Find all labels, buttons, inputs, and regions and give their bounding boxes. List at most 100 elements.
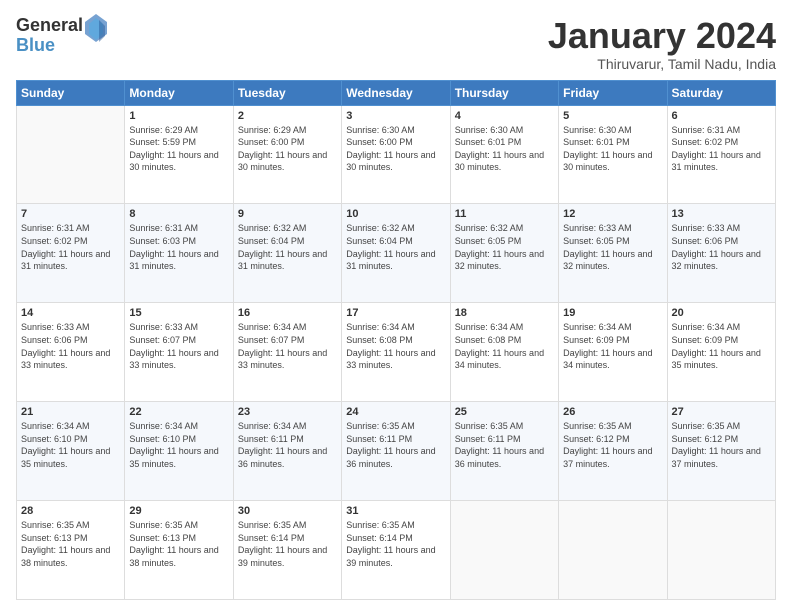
day-number: 10	[346, 208, 445, 220]
day-number: 20	[672, 307, 771, 319]
calendar-cell: 25 Sunrise: 6:35 AMSunset: 6:11 PMDaylig…	[450, 402, 558, 501]
title-block: January 2024 Thiruvarur, Tamil Nadu, Ind…	[548, 16, 776, 72]
day-detail: Sunrise: 6:30 AMSunset: 6:00 PMDaylight:…	[346, 124, 445, 174]
day-detail: Sunrise: 6:35 AMSunset: 6:13 PMDaylight:…	[129, 519, 228, 569]
calendar-header-monday: Monday	[125, 80, 233, 105]
day-number: 14	[21, 307, 120, 319]
day-number: 17	[346, 307, 445, 319]
calendar-cell: 28 Sunrise: 6:35 AMSunset: 6:13 PMDaylig…	[17, 501, 125, 600]
day-detail: Sunrise: 6:34 AMSunset: 6:07 PMDaylight:…	[238, 321, 337, 371]
day-detail: Sunrise: 6:34 AMSunset: 6:08 PMDaylight:…	[346, 321, 445, 371]
calendar-cell	[559, 501, 667, 600]
calendar-cell: 2 Sunrise: 6:29 AMSunset: 6:00 PMDayligh…	[233, 105, 341, 204]
calendar-cell: 12 Sunrise: 6:33 AMSunset: 6:05 PMDaylig…	[559, 204, 667, 303]
day-number: 16	[238, 307, 337, 319]
calendar-cell: 19 Sunrise: 6:34 AMSunset: 6:09 PMDaylig…	[559, 303, 667, 402]
page-title: January 2024	[548, 16, 776, 56]
day-number: 25	[455, 406, 554, 418]
day-number: 26	[563, 406, 662, 418]
calendar-cell: 23 Sunrise: 6:34 AMSunset: 6:11 PMDaylig…	[233, 402, 341, 501]
day-detail: Sunrise: 6:33 AMSunset: 6:05 PMDaylight:…	[563, 222, 662, 272]
calendar-cell: 10 Sunrise: 6:32 AMSunset: 6:04 PMDaylig…	[342, 204, 450, 303]
day-number: 18	[455, 307, 554, 319]
day-detail: Sunrise: 6:34 AMSunset: 6:09 PMDaylight:…	[672, 321, 771, 371]
calendar-cell: 7 Sunrise: 6:31 AMSunset: 6:02 PMDayligh…	[17, 204, 125, 303]
calendar-cell: 22 Sunrise: 6:34 AMSunset: 6:10 PMDaylig…	[125, 402, 233, 501]
day-detail: Sunrise: 6:33 AMSunset: 6:06 PMDaylight:…	[21, 321, 120, 371]
day-detail: Sunrise: 6:31 AMSunset: 6:02 PMDaylight:…	[21, 222, 120, 272]
day-detail: Sunrise: 6:34 AMSunset: 6:10 PMDaylight:…	[21, 420, 120, 470]
calendar-header-sunday: Sunday	[17, 80, 125, 105]
page-subtitle: Thiruvarur, Tamil Nadu, India	[548, 56, 776, 72]
day-detail: Sunrise: 6:34 AMSunset: 6:10 PMDaylight:…	[129, 420, 228, 470]
day-number: 31	[346, 505, 445, 517]
calendar-header-row: SundayMondayTuesdayWednesdayThursdayFrid…	[17, 80, 776, 105]
day-detail: Sunrise: 6:31 AMSunset: 6:03 PMDaylight:…	[129, 222, 228, 272]
calendar-header-saturday: Saturday	[667, 80, 775, 105]
day-detail: Sunrise: 6:32 AMSunset: 6:04 PMDaylight:…	[238, 222, 337, 272]
day-number: 22	[129, 406, 228, 418]
calendar-cell: 5 Sunrise: 6:30 AMSunset: 6:01 PMDayligh…	[559, 105, 667, 204]
day-number: 9	[238, 208, 337, 220]
calendar-cell: 18 Sunrise: 6:34 AMSunset: 6:08 PMDaylig…	[450, 303, 558, 402]
calendar-cell: 27 Sunrise: 6:35 AMSunset: 6:12 PMDaylig…	[667, 402, 775, 501]
day-number: 15	[129, 307, 228, 319]
day-number: 24	[346, 406, 445, 418]
day-detail: Sunrise: 6:34 AMSunset: 6:08 PMDaylight:…	[455, 321, 554, 371]
day-detail: Sunrise: 6:32 AMSunset: 6:04 PMDaylight:…	[346, 222, 445, 272]
calendar-cell	[450, 501, 558, 600]
day-number: 13	[672, 208, 771, 220]
day-detail: Sunrise: 6:34 AMSunset: 6:11 PMDaylight:…	[238, 420, 337, 470]
calendar-cell: 9 Sunrise: 6:32 AMSunset: 6:04 PMDayligh…	[233, 204, 341, 303]
calendar-header-thursday: Thursday	[450, 80, 558, 105]
day-number: 19	[563, 307, 662, 319]
day-detail: Sunrise: 6:35 AMSunset: 6:11 PMDaylight:…	[455, 420, 554, 470]
day-detail: Sunrise: 6:35 AMSunset: 6:14 PMDaylight:…	[346, 519, 445, 569]
day-detail: Sunrise: 6:30 AMSunset: 6:01 PMDaylight:…	[563, 124, 662, 174]
day-number: 28	[21, 505, 120, 517]
day-detail: Sunrise: 6:33 AMSunset: 6:07 PMDaylight:…	[129, 321, 228, 371]
logo-icon	[85, 14, 107, 42]
calendar-cell: 26 Sunrise: 6:35 AMSunset: 6:12 PMDaylig…	[559, 402, 667, 501]
day-number: 7	[21, 208, 120, 220]
day-detail: Sunrise: 6:29 AMSunset: 5:59 PMDaylight:…	[129, 124, 228, 174]
calendar-cell: 21 Sunrise: 6:34 AMSunset: 6:10 PMDaylig…	[17, 402, 125, 501]
calendar-cell: 24 Sunrise: 6:35 AMSunset: 6:11 PMDaylig…	[342, 402, 450, 501]
day-number: 1	[129, 110, 228, 122]
calendar-cell: 6 Sunrise: 6:31 AMSunset: 6:02 PMDayligh…	[667, 105, 775, 204]
day-detail: Sunrise: 6:34 AMSunset: 6:09 PMDaylight:…	[563, 321, 662, 371]
day-detail: Sunrise: 6:32 AMSunset: 6:05 PMDaylight:…	[455, 222, 554, 272]
calendar-cell: 15 Sunrise: 6:33 AMSunset: 6:07 PMDaylig…	[125, 303, 233, 402]
calendar-table: SundayMondayTuesdayWednesdayThursdayFrid…	[16, 80, 776, 600]
calendar-cell: 30 Sunrise: 6:35 AMSunset: 6:14 PMDaylig…	[233, 501, 341, 600]
day-number: 29	[129, 505, 228, 517]
calendar-cell: 17 Sunrise: 6:34 AMSunset: 6:08 PMDaylig…	[342, 303, 450, 402]
day-detail: Sunrise: 6:35 AMSunset: 6:12 PMDaylight:…	[672, 420, 771, 470]
calendar-cell: 14 Sunrise: 6:33 AMSunset: 6:06 PMDaylig…	[17, 303, 125, 402]
day-detail: Sunrise: 6:35 AMSunset: 6:11 PMDaylight:…	[346, 420, 445, 470]
day-detail: Sunrise: 6:35 AMSunset: 6:14 PMDaylight:…	[238, 519, 337, 569]
calendar-cell: 11 Sunrise: 6:32 AMSunset: 6:05 PMDaylig…	[450, 204, 558, 303]
day-number: 21	[21, 406, 120, 418]
day-number: 4	[455, 110, 554, 122]
calendar-cell	[667, 501, 775, 600]
calendar-cell: 20 Sunrise: 6:34 AMSunset: 6:09 PMDaylig…	[667, 303, 775, 402]
calendar-cell: 8 Sunrise: 6:31 AMSunset: 6:03 PMDayligh…	[125, 204, 233, 303]
day-detail: Sunrise: 6:29 AMSunset: 6:00 PMDaylight:…	[238, 124, 337, 174]
calendar-header-friday: Friday	[559, 80, 667, 105]
calendar-cell: 13 Sunrise: 6:33 AMSunset: 6:06 PMDaylig…	[667, 204, 775, 303]
calendar-week-row: 14 Sunrise: 6:33 AMSunset: 6:06 PMDaylig…	[17, 303, 776, 402]
page: General Blue January 2024 Thiruvarur, Ta…	[0, 0, 792, 612]
calendar-cell: 1 Sunrise: 6:29 AMSunset: 5:59 PMDayligh…	[125, 105, 233, 204]
header: General Blue January 2024 Thiruvarur, Ta…	[16, 16, 776, 72]
calendar-cell: 16 Sunrise: 6:34 AMSunset: 6:07 PMDaylig…	[233, 303, 341, 402]
logo: General Blue	[16, 16, 107, 56]
calendar-cell: 31 Sunrise: 6:35 AMSunset: 6:14 PMDaylig…	[342, 501, 450, 600]
calendar-cell: 3 Sunrise: 6:30 AMSunset: 6:00 PMDayligh…	[342, 105, 450, 204]
day-number: 3	[346, 110, 445, 122]
day-number: 6	[672, 110, 771, 122]
calendar-week-row: 28 Sunrise: 6:35 AMSunset: 6:13 PMDaylig…	[17, 501, 776, 600]
day-detail: Sunrise: 6:30 AMSunset: 6:01 PMDaylight:…	[455, 124, 554, 174]
calendar-cell: 4 Sunrise: 6:30 AMSunset: 6:01 PMDayligh…	[450, 105, 558, 204]
calendar-header-tuesday: Tuesday	[233, 80, 341, 105]
